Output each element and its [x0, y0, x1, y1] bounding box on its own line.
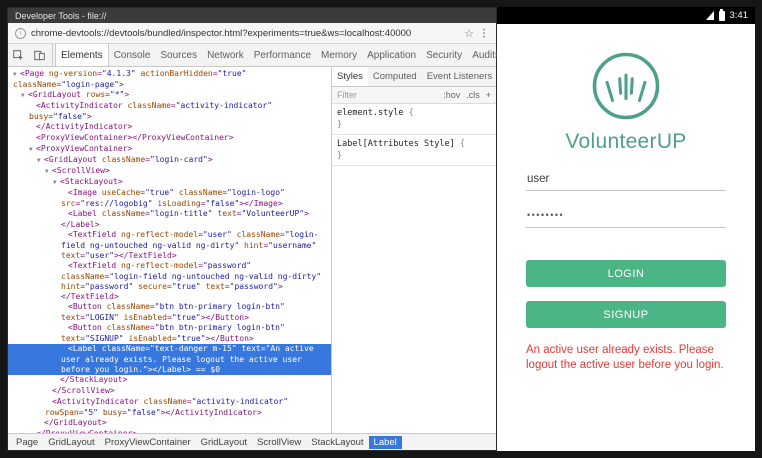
- new-style-rule-button[interactable]: +: [486, 90, 491, 100]
- android-emulator: 3:41 VolunteerUP user •••••••• LOGIN SIG…: [497, 7, 755, 451]
- page-info-icon[interactable]: i: [15, 27, 26, 39]
- tree-node[interactable]: </StackLayout>: [8, 375, 331, 386]
- status-time: 3:41: [729, 10, 749, 21]
- android-status-bar: 3:41: [497, 7, 755, 24]
- cls-toggle[interactable]: .cls: [466, 90, 480, 100]
- elements-breadcrumb: Page GridLayout ProxyViewContainer GridLayo…: [8, 433, 496, 450]
- hands-logo-icon: [592, 52, 660, 120]
- tree-node[interactable]: <ProxyViewContainer></ProxyViewContainer…: [8, 133, 331, 144]
- styles-tab-computed[interactable]: Computed: [368, 67, 422, 86]
- breadcrumb-gridlayout[interactable]: GridLayout: [43, 436, 99, 449]
- battery-icon: [718, 8, 725, 21]
- devtools-tab-application[interactable]: Application: [362, 44, 421, 66]
- styles-filter-input[interactable]: Filter: [337, 90, 357, 100]
- app-title: VolunteerUP: [565, 130, 687, 153]
- tree-node[interactable]: ▼ <GridLayout rows="*">: [8, 90, 331, 101]
- breadcrumb-proxyviewcontainer[interactable]: ProxyViewContainer: [100, 436, 196, 449]
- devtools-main: ▼ <Page ng-version="4.1.3" actionBarHidde…: [8, 67, 508, 433]
- tree-node[interactable]: ▼ <ProxyViewContainer>: [8, 144, 331, 155]
- devtools-tabs: Elements Console Sources Network Performance…: [55, 44, 505, 66]
- styles-tab-event-listeners[interactable]: Event Listeners: [422, 67, 497, 86]
- breadcrumb-scrollview[interactable]: ScrollView: [252, 436, 306, 449]
- tree-node[interactable]: </GridLayout>: [8, 418, 331, 429]
- tree-node[interactable]: </ActivityIndicator>: [8, 122, 331, 133]
- tree-node[interactable]: <ActivityIndicator className="activity-i…: [8, 101, 331, 122]
- tree-node[interactable]: <Button className="btn btn-primary login…: [8, 323, 331, 344]
- devtools-tab-performance[interactable]: Performance: [249, 44, 316, 66]
- window-titlebar: Developer Tools - file://: [8, 8, 496, 23]
- devtools-tab-elements[interactable]: Elements: [55, 44, 109, 66]
- tree-node[interactable]: <TextField ng-reflect-model="password" c…: [8, 261, 331, 302]
- devtools-window: Developer Tools - file:// i chrome-devto…: [7, 7, 508, 451]
- username-field[interactable]: user: [526, 169, 726, 191]
- volunteerup-app: VolunteerUP user •••••••• LOGIN SIGNUP A…: [497, 24, 755, 451]
- elements-tree: ▼ <Page ng-version="4.1.3" actionBarHidde…: [8, 67, 331, 433]
- style-rules-list: element.style {} Label[Attributes Style] …: [332, 104, 496, 433]
- tree-node[interactable]: <Label className="login-title" text="Vol…: [8, 209, 331, 230]
- devtools-tab-memory[interactable]: Memory: [316, 44, 362, 66]
- bookmark-star-icon[interactable]: ☆: [464, 27, 474, 40]
- breadcrumb-stacklayout[interactable]: StackLayout: [306, 436, 368, 449]
- tree-node[interactable]: ▼ <GridLayout className="login-card">: [8, 155, 331, 166]
- breadcrumb-label[interactable]: Label: [368, 435, 402, 449]
- tree-node[interactable]: </ScrollView>: [8, 386, 331, 397]
- styles-sidebar: StylesComputedEvent Listeners» Filter :h…: [331, 67, 508, 433]
- url-bar[interactable]: i chrome-devtools://devtools/bundled/ins…: [8, 23, 496, 44]
- url-text[interactable]: chrome-devtools://devtools/bundled/inspe…: [31, 28, 459, 39]
- devtools-tab-console[interactable]: Console: [109, 44, 156, 66]
- tree-node[interactable]: <Image useCache="true" className="login-…: [8, 188, 331, 209]
- tree-node[interactable]: ▼ <Page ng-version="4.1.3" actionBarHidde…: [8, 69, 331, 90]
- devtools-tabbar: Elements Console Sources Network Performance…: [8, 44, 500, 67]
- device-toolbar-icon[interactable]: [29, 44, 53, 66]
- style-rule[interactable]: Label[Attributes Style] {}: [332, 135, 496, 166]
- hov-toggle[interactable]: :hov: [443, 90, 460, 100]
- styles-tab-styles[interactable]: Styles: [332, 67, 368, 86]
- login-button[interactable]: LOGIN: [526, 260, 726, 287]
- window-title: Developer Tools - file://: [15, 10, 107, 21]
- tree-node-selected[interactable]: <Label className="text-danger m-15" text…: [8, 344, 331, 375]
- styles-filter-row: Filter :hov .cls +: [332, 87, 496, 104]
- tree-node[interactable]: <Button className="btn btn-primary login…: [8, 302, 331, 323]
- tree-node[interactable]: ▼ <ScrollView>: [8, 166, 331, 177]
- styles-tabbar: StylesComputedEvent Listeners»: [332, 67, 508, 87]
- screen: Developer Tools - file:// i chrome-devto…: [0, 0, 762, 458]
- tree-node[interactable]: ▼ <StackLayout>: [8, 177, 331, 188]
- style-rule[interactable]: element.style {}: [332, 104, 496, 135]
- breadcrumb-gridlayout[interactable]: GridLayout: [196, 436, 252, 449]
- breadcrumb-page[interactable]: Page: [11, 436, 43, 449]
- tree-node[interactable]: <TextField ng-reflect-model="user" class…: [8, 230, 331, 261]
- signal-icon: [705, 11, 714, 20]
- devtools-tab-security[interactable]: Security: [421, 44, 467, 66]
- devtools-tab-network[interactable]: Network: [202, 44, 249, 66]
- signup-button[interactable]: SIGNUP: [526, 301, 726, 328]
- tree-node[interactable]: <ActivityIndicator className="activity-i…: [8, 397, 331, 418]
- devtools-tab-sources[interactable]: Sources: [155, 44, 202, 66]
- password-field[interactable]: ••••••••: [526, 206, 726, 228]
- browser-menu-icon[interactable]: ⋮: [479, 28, 489, 39]
- inspect-element-icon[interactable]: [8, 44, 29, 66]
- error-message: An active user already exists. Please lo…: [526, 344, 724, 371]
